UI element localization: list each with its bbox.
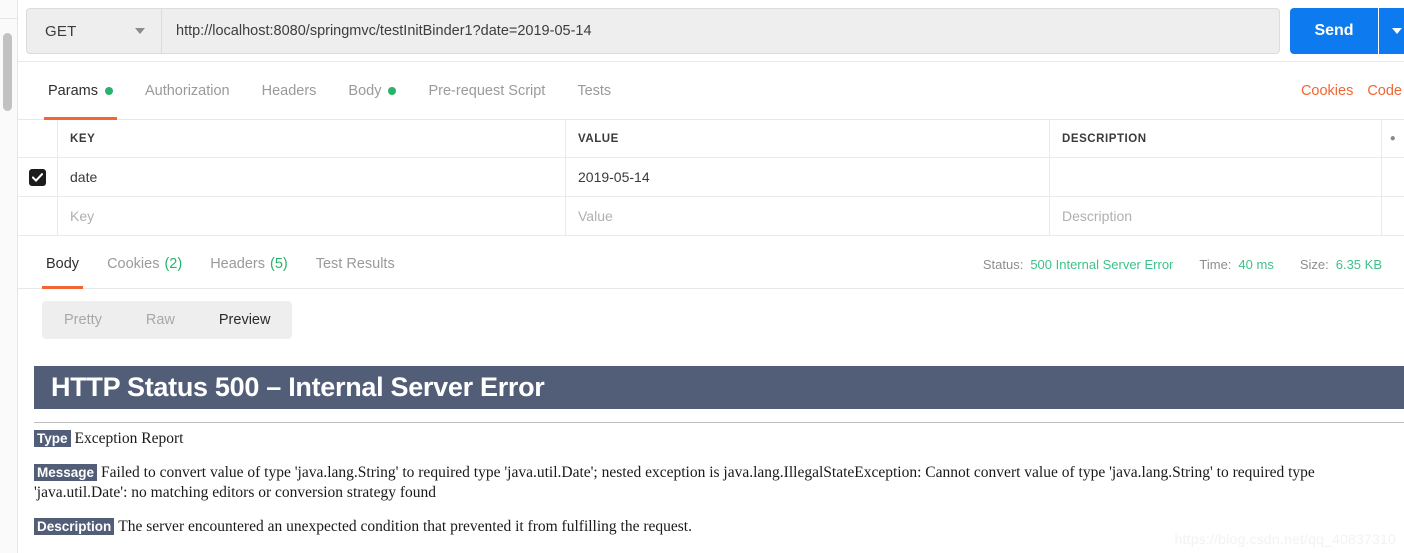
row-value-input[interactable]: 2019-05-14 [566,158,1050,196]
status-label: Status: [982,256,1024,272]
request-url-bar: GET Send [18,0,1404,62]
table-row-empty: Key Value Description [18,197,1404,236]
response-tab-cookies-label: Cookies [107,256,160,272]
response-body-toolbar: Pretty Raw Preview [18,289,1404,351]
view-mode-raw[interactable]: Raw [124,301,197,339]
new-description-placeholder: Description [1062,208,1133,224]
new-description-input[interactable]: Description [1050,197,1382,235]
error-description-label: Description [34,517,115,535]
error-type-line: Type Exception Report [34,429,1404,450]
empty-row-options-cell [1382,197,1404,235]
chevron-down-icon [135,28,145,34]
header-cell-description: DESCRIPTION [1050,120,1382,157]
params-modified-dot [104,87,113,95]
table-header-row: KEY VALUE DESCRIPTION ● [18,120,1404,158]
response-tab-bar: Body Cookies (2) Headers (5) Test Result… [18,239,1404,289]
header-cell-select [18,120,58,157]
tab-authorization-label: Authorization [144,83,230,99]
row-description-input[interactable] [1050,158,1382,196]
response-tab-test-results-label: Test Results [315,256,395,272]
row-options-cell [1382,158,1404,196]
tab-tests-label: Tests [577,83,612,99]
response-tab-headers-count: (5) [270,256,288,272]
status-badge: 500 Internal Server Error [1030,256,1174,272]
http-method-dropdown[interactable]: GET [26,8,162,54]
response-tab-body-label: Body [46,256,80,272]
error-type-label: Type [34,430,71,447]
error-details: Type Exception Report Message Failed to co… [34,429,1404,550]
new-value-placeholder: Value [578,208,613,224]
tab-headers[interactable]: Headers [246,62,333,120]
error-message-value: Failed to convert value of type 'java.la… [34,463,1315,502]
body-modified-dot [388,87,397,95]
response-preview-pane: HTTP Status 500 – Internal Server Error … [18,351,1404,553]
new-key-placeholder: Key [70,208,95,224]
tab-body-label: Body [348,83,382,99]
request-url-input[interactable] [162,8,1280,54]
table-row: date 2019-05-14 [18,158,1404,197]
tab-headers-label: Headers [261,83,317,99]
response-tab-headers-label: Headers [210,256,265,272]
response-tab-strip: Body Cookies (2) Headers (5) Test Result… [32,239,409,289]
error-banner: HTTP Status 500 – Internal Server Error [34,366,1404,409]
tab-body[interactable]: Body [332,62,412,120]
response-tab-body[interactable]: Body [32,239,93,289]
request-tab-strip: Params Authorization Headers Body Pre-re… [32,62,627,120]
rail-divider [0,18,18,19]
row-key-input[interactable]: date [58,158,566,196]
error-divider [34,422,1404,423]
new-key-input[interactable]: Key [58,197,566,235]
response-meta: Status: 500 Internal Server Error Time: … [983,239,1382,289]
ellipsis-icon[interactable]: ● [1382,120,1404,157]
time-label: Time: [1199,256,1232,272]
vertical-scrollbar-thumb[interactable] [3,33,12,111]
body-view-mode-group: Pretty Raw Preview [42,301,293,339]
request-tab-actions: Cookies Code [1301,62,1404,120]
header-cell-key: KEY [58,120,566,157]
cookies-link[interactable]: Cookies [1301,83,1353,99]
left-scroll-rail [0,0,18,553]
tab-tests[interactable]: Tests [561,62,627,120]
response-tab-test-results[interactable]: Test Results [302,239,409,289]
error-description-line: Description The server encountered an une… [34,517,1404,538]
tab-pre-request-script[interactable]: Pre-request Script [412,62,561,120]
view-mode-pretty[interactable]: Pretty [42,301,124,339]
send-button[interactable]: Send [1290,8,1378,54]
http-method-label: GET [45,22,77,40]
tab-authorization[interactable]: Authorization [129,62,246,120]
postman-window: GET Send Params Authorization Headers Bo… [0,0,1404,553]
request-tab-bar: Params Authorization Headers Body Pre-re… [18,62,1404,120]
size-value: 6.35 KB [1335,256,1382,272]
empty-row-checkbox-cell [18,197,58,235]
error-message-line: Message Failed to convert value of type '… [34,463,1404,504]
code-link[interactable]: Code [1367,83,1402,99]
response-tab-cookies[interactable]: Cookies (2) [93,239,196,289]
view-mode-preview[interactable]: Preview [197,301,293,339]
size-label: Size: [1299,256,1329,272]
tab-pre-request-script-label: Pre-request Script [428,83,546,99]
row-value-value: 2019-05-14 [578,169,650,185]
error-title: HTTP Status 500 – Internal Server Error [51,372,545,402]
row-enabled-checkbox-cell [18,158,58,196]
chevron-down-icon [1392,28,1402,34]
error-message-label: Message [34,463,98,481]
response-tab-cookies-count: (2) [164,256,183,272]
header-cell-value: VALUE [566,120,1050,157]
send-options-button[interactable] [1379,8,1404,54]
response-tab-headers[interactable]: Headers (5) [196,239,302,289]
query-params-table: KEY VALUE DESCRIPTION ● date 2019-05-14 [18,120,1404,238]
error-description-value: The server encountered an unexpected con… [118,517,692,535]
checkbox-checked-icon[interactable] [29,168,46,186]
tab-params[interactable]: Params [32,62,129,120]
error-type-value: Exception Report [74,430,184,447]
row-key-value: date [70,169,98,185]
time-value: 40 ms [1238,256,1274,272]
new-value-input[interactable]: Value [566,197,1050,235]
tab-params-label: Params [48,83,98,99]
